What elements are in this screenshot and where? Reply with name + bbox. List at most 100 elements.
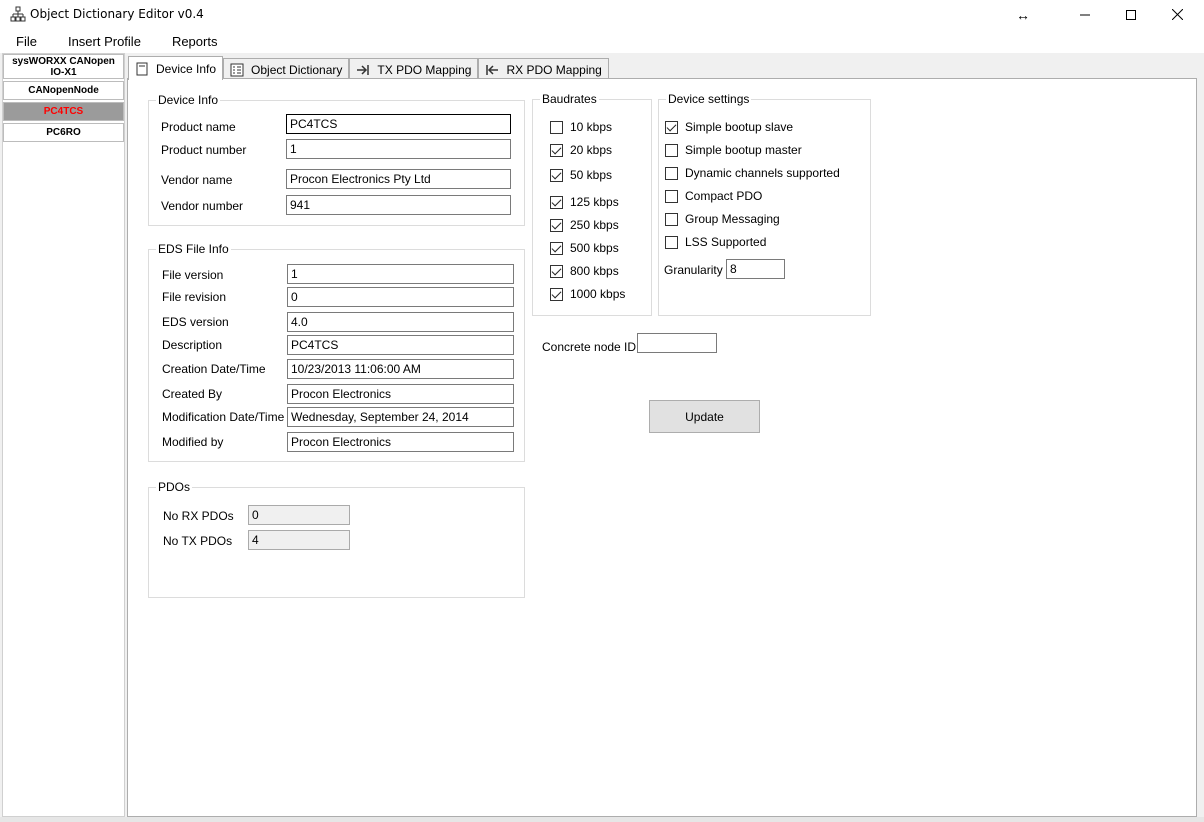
checkbox-label: 800 kbps (570, 264, 619, 278)
description-field[interactable]: PC4TCS (287, 335, 514, 355)
maximize-icon (1126, 9, 1136, 20)
tab-content-device-info: Device Info Product name PC4TCS Product … (127, 78, 1197, 817)
checkbox-label: LSS Supported (685, 235, 767, 249)
window-bottom-edge (0, 817, 1204, 822)
checkbox-box (550, 168, 563, 182)
tab-rx-pdo-mapping[interactable]: RX PDO Mapping (478, 58, 609, 80)
no-rx-pdos-label: No RX PDOs (163, 509, 234, 523)
baudrate-50-checkbox[interactable]: 50 kbps (550, 168, 612, 182)
compact-pdo-checkbox[interactable]: Compact PDO (665, 189, 762, 203)
baudrate-250-checkbox[interactable]: 250 kbps (550, 218, 619, 232)
close-icon (1171, 9, 1183, 20)
tab-tx-pdo-mapping[interactable]: TX PDO Mapping (349, 58, 479, 80)
pdos-group: PDOs No RX PDOs 0 No TX PDOs 4 (148, 480, 525, 598)
modification-datetime-field[interactable]: Wednesday, September 24, 2014 (287, 407, 514, 427)
group-title: Device Info (156, 93, 221, 107)
product-name-label: Product name (161, 120, 236, 134)
vendor-name-field[interactable]: Procon Electronics Pty Ltd (286, 169, 511, 189)
no-tx-pdos-field: 4 (248, 530, 350, 550)
eds-version-label: EDS version (162, 315, 229, 329)
simple-bootup-slave-checkbox[interactable]: Simple bootup slave (665, 120, 793, 134)
checkbox-box (665, 235, 678, 249)
resize-arrows-icon: ↔ (1016, 6, 1030, 23)
device-list-item-sysworxx[interactable]: sysWORXX CANopen IO-X1 (3, 54, 124, 79)
update-button[interactable]: Update (649, 400, 760, 433)
modified-by-field[interactable]: Procon Electronics (287, 432, 514, 452)
group-title: PDOs (156, 480, 193, 494)
product-name-field[interactable]: PC4TCS (286, 114, 511, 134)
checkbox-label: Compact PDO (685, 189, 763, 203)
eds-file-info-group: EDS File Info File version 1 File revisi… (148, 242, 525, 462)
tab-object-dictionary[interactable]: Object Dictionary (223, 58, 350, 80)
menu-insert-profile[interactable]: Insert Profile (62, 32, 147, 51)
checkbox-label: 125 kbps (570, 195, 619, 209)
modified-by-label: Modified by (162, 435, 224, 449)
eds-version-field[interactable]: 4.0 (287, 312, 514, 332)
checkbox-box (665, 120, 678, 134)
concrete-node-id-field[interactable] (637, 333, 717, 353)
checkbox-label: 250 kbps (570, 218, 619, 232)
baudrates-group: Baudrates 10 kbps 20 kbps 50 kbps 125 kb… (532, 92, 652, 316)
maximize-button[interactable] (1108, 0, 1154, 29)
checkbox-box (550, 287, 563, 301)
description-label: Description (162, 338, 223, 352)
checkbox-box (665, 212, 678, 226)
checkbox-box (550, 241, 563, 255)
product-number-label: Product number (161, 143, 247, 157)
granularity-field[interactable]: 8 (726, 259, 785, 279)
group-title: EDS File Info (156, 242, 231, 256)
lss-supported-checkbox[interactable]: LSS Supported (665, 235, 766, 249)
vendor-number-field[interactable]: 941 (286, 195, 511, 215)
checkbox-label: Simple bootup slave (685, 120, 794, 134)
checkbox-label: Group Messaging (685, 212, 780, 226)
group-messaging-checkbox[interactable]: Group Messaging (665, 212, 780, 226)
checkbox-label: 20 kbps (570, 143, 613, 157)
dynamic-channels-checkbox[interactable]: Dynamic channels supported (665, 166, 840, 180)
minimize-icon (1080, 14, 1090, 15)
checkbox-box (550, 195, 563, 209)
window-edge (1197, 53, 1202, 817)
menu-file[interactable]: File (10, 32, 43, 51)
tab-label: RX PDO Mapping (506, 62, 602, 77)
baudrate-125-checkbox[interactable]: 125 kbps (550, 195, 619, 209)
baudrate-10-checkbox[interactable]: 10 kbps (550, 120, 612, 134)
creation-datetime-field[interactable]: 10/23/2013 11:06:00 AM (287, 359, 514, 379)
simple-bootup-master-checkbox[interactable]: Simple bootup master (665, 143, 802, 157)
checkbox-label: Simple bootup master (685, 143, 802, 157)
baudrate-20-checkbox[interactable]: 20 kbps (550, 143, 612, 157)
checkbox-box (550, 143, 563, 157)
concrete-node-id-label: Concrete node ID (542, 340, 637, 354)
product-number-field[interactable]: 1 (286, 139, 511, 159)
file-revision-field[interactable]: 0 (287, 287, 514, 307)
baudrate-1000-checkbox[interactable]: 1000 kbps (550, 287, 625, 301)
no-rx-pdos-field: 0 (248, 505, 350, 525)
tab-strip: Device Info Object Dictionary TX PDO Map… (128, 56, 609, 80)
device-list-item-label: IO-X1 (50, 67, 77, 78)
menu-reports[interactable]: Reports (166, 32, 224, 51)
device-list-item-pc4tcs[interactable]: PC4TCS (3, 102, 124, 121)
tab-label: Object Dictionary (251, 62, 343, 77)
device-list-item-canopennode[interactable]: CANopenNode (3, 81, 124, 100)
tab-label: TX PDO Mapping (377, 62, 472, 77)
minimize-button[interactable] (1062, 0, 1108, 29)
list-icon (230, 63, 244, 76)
created-by-field[interactable]: Procon Electronics (287, 384, 514, 404)
baudrate-500-checkbox[interactable]: 500 kbps (550, 241, 619, 255)
file-revision-label: File revision (162, 290, 227, 304)
checkbox-label: 10 kbps (570, 120, 613, 134)
baudrate-800-checkbox[interactable]: 800 kbps (550, 264, 619, 278)
vendor-number-label: Vendor number (161, 199, 244, 213)
device-list-item-pc6ro[interactable]: PC6RO (3, 123, 124, 142)
checkbox-box (550, 264, 563, 278)
checkbox-label: 500 kbps (570, 241, 619, 255)
checkbox-label: 1000 kbps (570, 287, 626, 301)
file-version-field[interactable]: 1 (287, 264, 514, 284)
checkbox-box (665, 143, 678, 157)
close-button[interactable] (1154, 0, 1200, 29)
device-list-item-label: sysWORXX CANopen (12, 56, 115, 67)
checkbox-box (550, 120, 563, 134)
checkbox-label: Dynamic channels supported (685, 166, 840, 180)
tab-device-info[interactable]: Device Info (128, 56, 224, 80)
arrow-right-icon (357, 64, 370, 75)
checkbox-label: 50 kbps (570, 168, 613, 182)
